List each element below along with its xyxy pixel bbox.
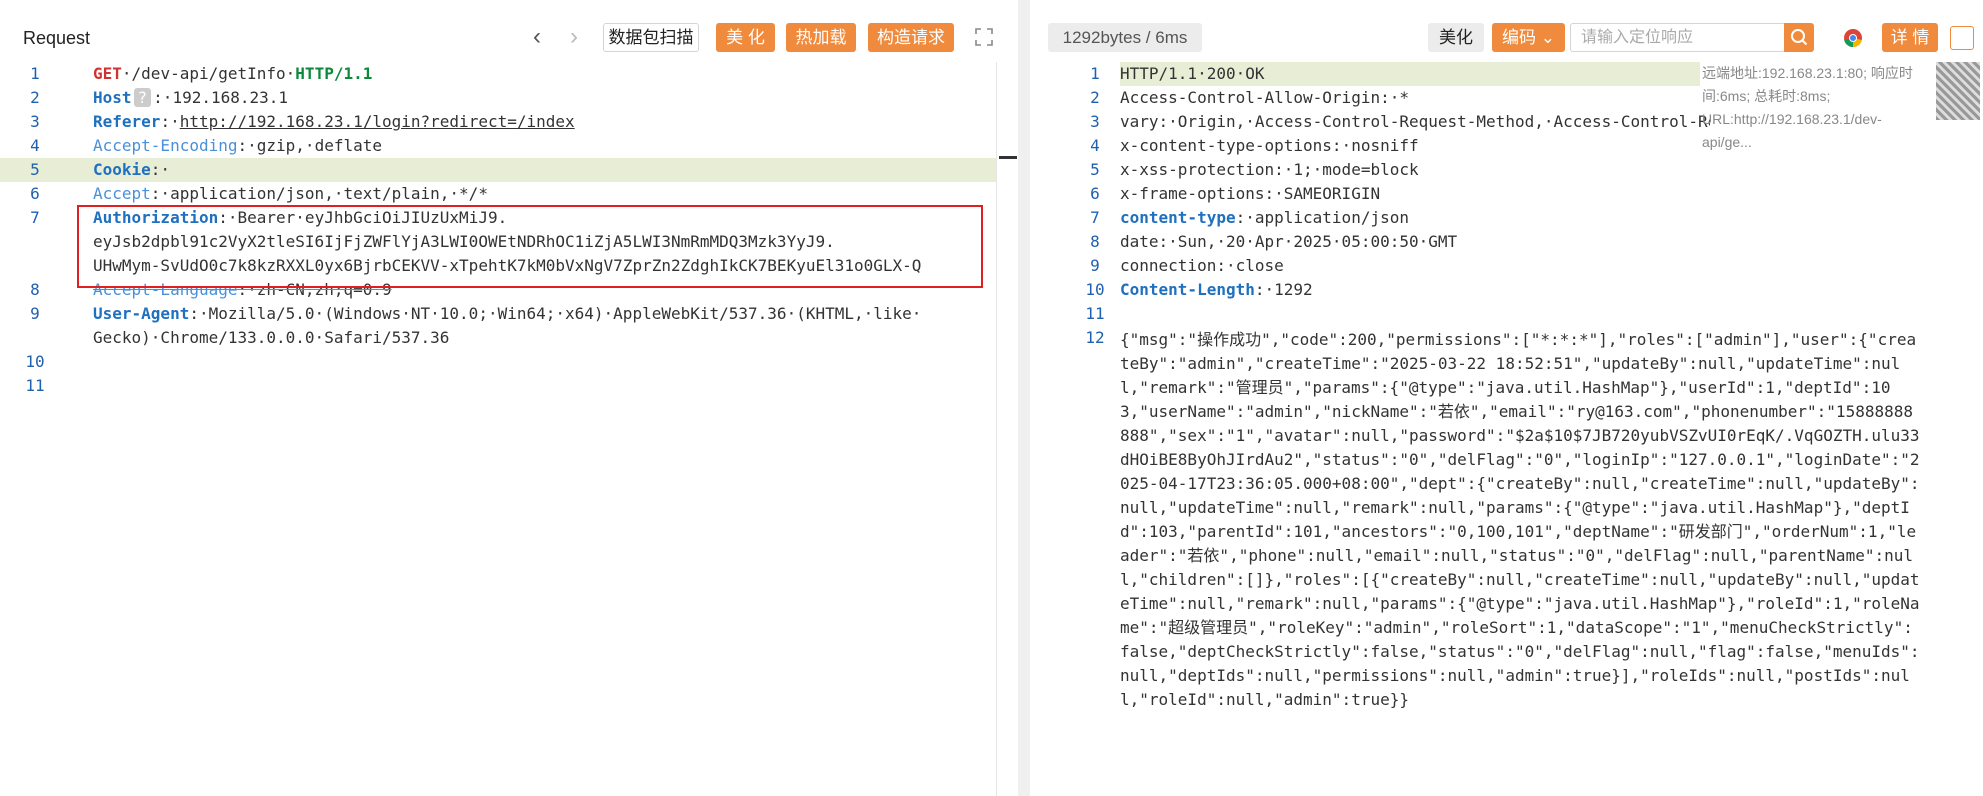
chevron-left-icon[interactable]: ‹ <box>533 25 541 49</box>
locate-response-input[interactable]: 请输入定位响应 <box>1570 23 1784 52</box>
code-line: 3 Referer:·http://192.168.23.1/login?red… <box>30 112 575 131</box>
code-line: 11 <box>25 376 45 395</box>
request-panel: Request ‹ › 数据包扫描 美 化 热加载 构造请求 1 GET·/de… <box>0 0 1018 796</box>
expand-icon[interactable] <box>974 27 994 47</box>
protocol: HTTP/1.1 <box>295 64 373 83</box>
code-line-wrap: Gecko)·Chrome/133.0.0.0·Safari/537.36 <box>93 328 450 347</box>
code-line: 7 content-type:·application/json <box>1090 208 1409 227</box>
response-beautify-button[interactable]: 美化 <box>1428 23 1484 52</box>
build-request-button[interactable]: 构造请求 <box>868 23 954 52</box>
request-path: ·/dev-api/getInfo· <box>121 64 296 83</box>
details-button[interactable]: 详 情 <box>1882 23 1938 52</box>
code-line: 8 date:·Sun,·20·Apr·2025·05:00:50·GMT <box>1090 232 1458 251</box>
scrollbar-marker <box>999 156 1017 159</box>
code-line: 9 connection:·close <box>1090 256 1284 275</box>
hot-load-button[interactable]: 热加载 <box>786 23 856 52</box>
encode-dropdown[interactable]: 编码 ⌄ <box>1492 23 1565 52</box>
search-icon[interactable] <box>1784 23 1814 52</box>
code-line: 5 x-xss-protection:·1;·mode=block <box>1090 160 1419 179</box>
code-line: 4 Accept-Encoding:·gzip,·deflate <box>30 136 382 155</box>
authorization-highlight-box <box>77 205 983 288</box>
code-line-active: 5 Cookie:· <box>0 158 996 182</box>
code-line: 2 Access-Control-Allow-Origin:·* <box>1090 88 1409 107</box>
code-line: 10 <box>25 352 45 371</box>
code-line: 1 GET·/dev-api/getInfo·HTTP/1.1 <box>30 64 373 83</box>
host-help-badge[interactable]: ? <box>133 88 152 107</box>
chrome-icon[interactable] <box>1843 28 1863 48</box>
chat-icon[interactable] <box>1950 26 1974 50</box>
scan-button[interactable]: 数据包扫描 <box>603 23 699 52</box>
code-line: 6 Accept:·application/json,·text/plain,·… <box>30 184 488 203</box>
code-line: 4 x-content-type-options:·nosniff <box>1090 136 1419 155</box>
code-line: 3 vary:·Origin,·Access-Control-Request-Me… <box>1090 112 1710 131</box>
code-line: 11 <box>1085 304 1105 323</box>
chevron-down-icon: ⌄ <box>1540 28 1555 47</box>
referer-link[interactable]: http://192.168.23.1/login?redirect=/inde… <box>180 112 575 131</box>
code-line: 1 HTTP/1.1·200·OK <box>1090 64 1265 83</box>
request-title: Request <box>23 28 91 48</box>
qr-code-image <box>1936 62 1980 120</box>
code-line: 2 Host?:·192.168.23.1 <box>30 88 289 107</box>
code-line: 9 User-Agent:·Mozilla/5.0·(Windows·NT·10… <box>30 304 922 323</box>
code-line: 10 Content-Length:·1292 <box>1085 280 1313 299</box>
http-method: GET <box>93 64 122 83</box>
request-editor[interactable]: 1 GET·/dev-api/getInfo·HTTP/1.1 2 Host?:… <box>0 62 1018 796</box>
chevron-right-icon[interactable]: › <box>570 25 578 49</box>
request-scrollbar[interactable] <box>996 62 1018 796</box>
beautify-button[interactable]: 美 化 <box>716 23 775 52</box>
remote-info: 远端地址:192.168.23.1:80; 响应时间:6ms; 总耗时:8ms;… <box>1702 65 1913 150</box>
code-line: 6 x-frame-options:·SAMEORIGIN <box>1090 184 1381 203</box>
request-header: Request ‹ › 数据包扫描 美 化 热加载 构造请求 <box>0 0 1018 62</box>
response-body-json: {"msg":"操作成功","code":200,"permissions":[… <box>1120 330 1920 709</box>
response-stats: 1292bytes / 6ms <box>1048 23 1202 52</box>
